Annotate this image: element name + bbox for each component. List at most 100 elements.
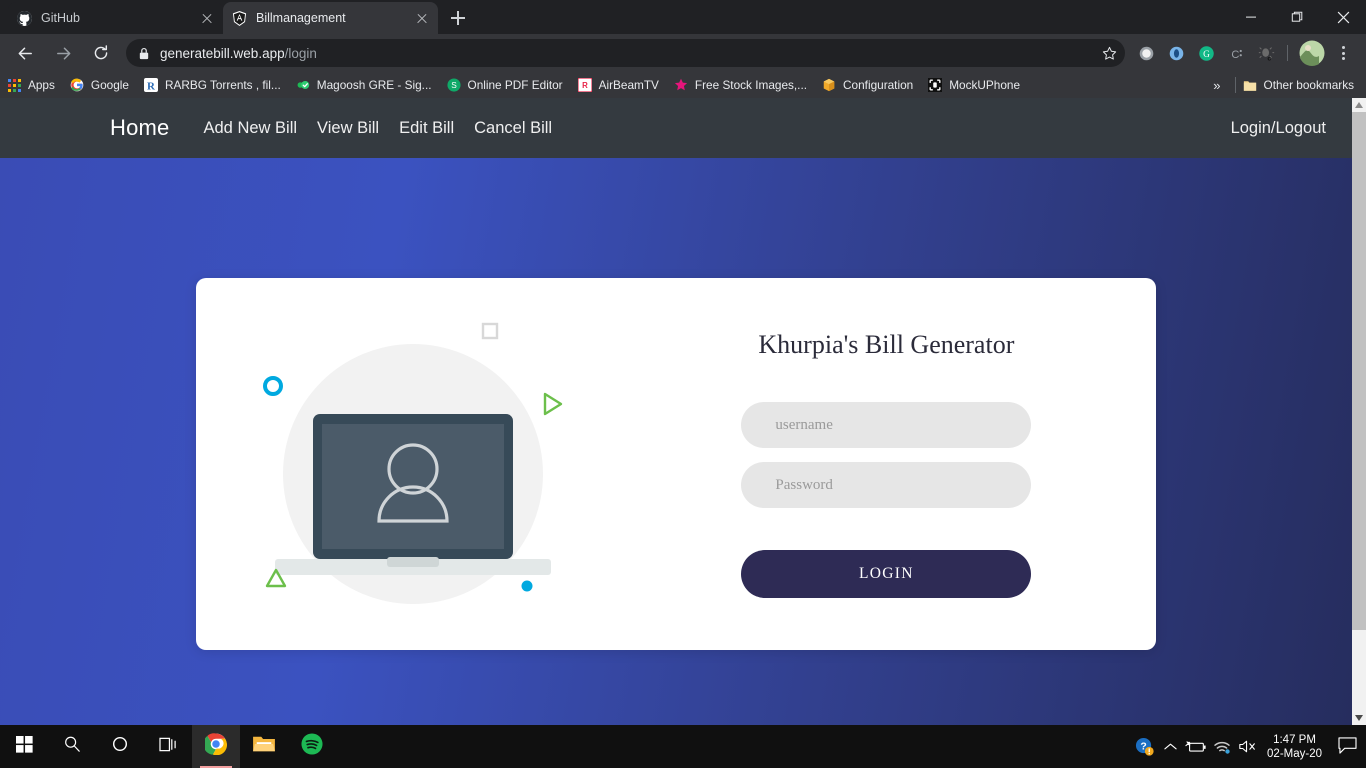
laptop-user-login-illustration: [263, 322, 563, 604]
task-view-button[interactable]: [144, 725, 192, 768]
svg-text:S: S: [451, 80, 457, 90]
bookmark-label: Google: [90, 78, 129, 92]
tab-title: Billmanagement: [256, 11, 346, 25]
back-arrow-icon[interactable]: [11, 39, 39, 67]
bookmarks-divider: [1234, 77, 1236, 93]
other-bookmarks-button[interactable]: Other bookmarks: [1242, 77, 1354, 93]
search-button[interactable]: [48, 725, 96, 768]
forward-arrow-icon[interactable]: [49, 39, 77, 67]
bookmark-magoosh[interactable]: Magoosh GRE - Sig...: [295, 77, 432, 93]
reload-icon[interactable]: [87, 39, 115, 67]
cortana-circle-icon: [111, 735, 129, 758]
url-domain: generatebill.web.app: [160, 45, 285, 61]
package-icon: [821, 77, 837, 93]
speaker-muted-icon[interactable]: [1235, 725, 1261, 768]
clock-time: 1:47 PM: [1273, 733, 1316, 746]
browser-tab-github[interactable]: GitHub: [8, 2, 223, 34]
google-icon: [69, 77, 85, 93]
spotify-taskbar-button[interactable]: [288, 725, 336, 768]
app-navbar: Home Add New Bill View Bill Edit Bill Ca…: [0, 98, 1352, 158]
bookmarks-bar: Apps Google R RARBG Torrents , fil... Ma…: [0, 72, 1366, 98]
url-path: /login: [284, 45, 317, 61]
hero-background: Khurpia's Bill Generator LOGIN: [0, 158, 1352, 725]
blue-circle-ext-icon[interactable]: [1163, 40, 1189, 66]
avatar[interactable]: [1299, 40, 1325, 66]
chevron-up-icon[interactable]: [1157, 725, 1183, 768]
svg-text:C: C: [1231, 48, 1239, 60]
bookmark-label: RARBG Torrents , fil...: [164, 78, 281, 92]
nav-links: Add New Bill View Bill Edit Bill Cancel …: [204, 119, 553, 138]
grey-circle-ext-icon[interactable]: [1133, 40, 1159, 66]
wifi-icon[interactable]: [1209, 725, 1235, 768]
action-center-button[interactable]: [1332, 725, 1362, 768]
scroll-down-arrow-icon[interactable]: [1352, 711, 1366, 725]
new-tab-button[interactable]: [444, 4, 472, 32]
password-input[interactable]: [741, 462, 1032, 508]
colon-c-ext-icon[interactable]: C: [1223, 40, 1249, 66]
kebab-menu-icon[interactable]: [1330, 40, 1356, 66]
accent-triangle-right: [544, 392, 563, 416]
bookmark-airbeamtv[interactable]: R AirBeamTV: [577, 77, 659, 93]
start-button[interactable]: [0, 725, 48, 768]
chrome-browser-window: GitHub Billmanagement generatebill.web.a…: [0, 0, 1366, 725]
restore-button[interactable]: [1274, 0, 1320, 34]
bookmark-mockuphone[interactable]: MockUPhone: [927, 77, 1020, 93]
login-form-panel: Khurpia's Bill Generator LOGIN: [657, 330, 1156, 598]
login-button[interactable]: LOGIN: [741, 550, 1032, 598]
nav-link-view-bill[interactable]: View Bill: [317, 119, 379, 138]
address-bar[interactable]: generatebill.web.app/login: [126, 39, 1125, 67]
nav-link-cancel-bill[interactable]: Cancel Bill: [474, 119, 552, 138]
chrome-taskbar-button[interactable]: [192, 725, 240, 768]
close-icon[interactable]: [414, 10, 430, 26]
bookmark-label: MockUPhone: [949, 78, 1021, 92]
grammarly-icon[interactable]: G: [1193, 40, 1219, 66]
chrome-icon: [203, 733, 228, 760]
bookmark-configuration[interactable]: Configuration: [821, 77, 913, 93]
taskbar-clock[interactable]: 1:47 PM 02-May-20: [1261, 733, 1332, 761]
bookmark-online-pdf-editor[interactable]: S Online PDF Editor: [446, 77, 563, 93]
bookmarks-overflow-button[interactable]: »: [1205, 78, 1228, 93]
smallpdf-icon: S: [446, 77, 462, 93]
svg-text:G: G: [1203, 50, 1210, 60]
windows-logo-icon: [15, 735, 33, 758]
close-icon[interactable]: [199, 10, 215, 26]
scroll-up-arrow-icon[interactable]: [1352, 98, 1366, 112]
page-scrollbar[interactable]: [1352, 98, 1366, 725]
bookmark-google[interactable]: Google: [69, 77, 129, 93]
scrollbar-thumb[interactable]: [1352, 112, 1366, 630]
windows-taskbar: ? 1:47 PM 02-May-20: [0, 725, 1366, 768]
star-icon[interactable]: [1099, 46, 1119, 61]
nav-link-add-new-bill[interactable]: Add New Bill: [204, 119, 298, 138]
svg-text:c: c: [1267, 55, 1271, 62]
tab-strip: GitHub Billmanagement: [0, 0, 1366, 34]
nav-brand-home[interactable]: Home: [110, 115, 170, 141]
bookmark-rarbg[interactable]: R RARBG Torrents , fil...: [143, 77, 281, 93]
window-controls: [1228, 0, 1366, 34]
kebab-dot: [1341, 57, 1345, 60]
login-title: Khurpia's Bill Generator: [758, 330, 1015, 359]
browser-tab-billmanagement[interactable]: Billmanagement: [223, 2, 438, 34]
bookmark-label: AirBeamTV: [598, 78, 659, 92]
other-bookmarks-label: Other bookmarks: [1263, 78, 1354, 92]
close-button[interactable]: [1320, 0, 1366, 34]
angular-icon: [231, 10, 247, 26]
folder-icon: [1242, 77, 1258, 93]
kebab-dot: [1341, 51, 1345, 55]
nav-link-edit-bill[interactable]: Edit Bill: [399, 119, 454, 138]
bookmark-apps[interactable]: Apps: [6, 77, 55, 93]
bookmark-free-stock-images[interactable]: Free Stock Images,...: [673, 77, 807, 93]
spotify-icon: [301, 733, 323, 760]
bug-ext-icon[interactable]: c: [1253, 40, 1279, 66]
file-explorer-taskbar-button[interactable]: [240, 725, 288, 768]
battery-charging-icon[interactable]: [1183, 725, 1209, 768]
login-card: Khurpia's Bill Generator LOGIN: [196, 278, 1156, 650]
nav-link-login-logout[interactable]: Login/Logout: [1231, 119, 1326, 137]
mockuphone-icon: [927, 77, 943, 93]
help-alert-icon[interactable]: ?: [1131, 725, 1157, 768]
nav-right: Login/Logout: [1231, 119, 1326, 138]
cortana-button[interactable]: [96, 725, 144, 768]
username-input[interactable]: [741, 402, 1032, 448]
kebab-dot: [1341, 46, 1345, 49]
minimize-button[interactable]: [1228, 0, 1274, 34]
lock-icon: [138, 47, 150, 60]
